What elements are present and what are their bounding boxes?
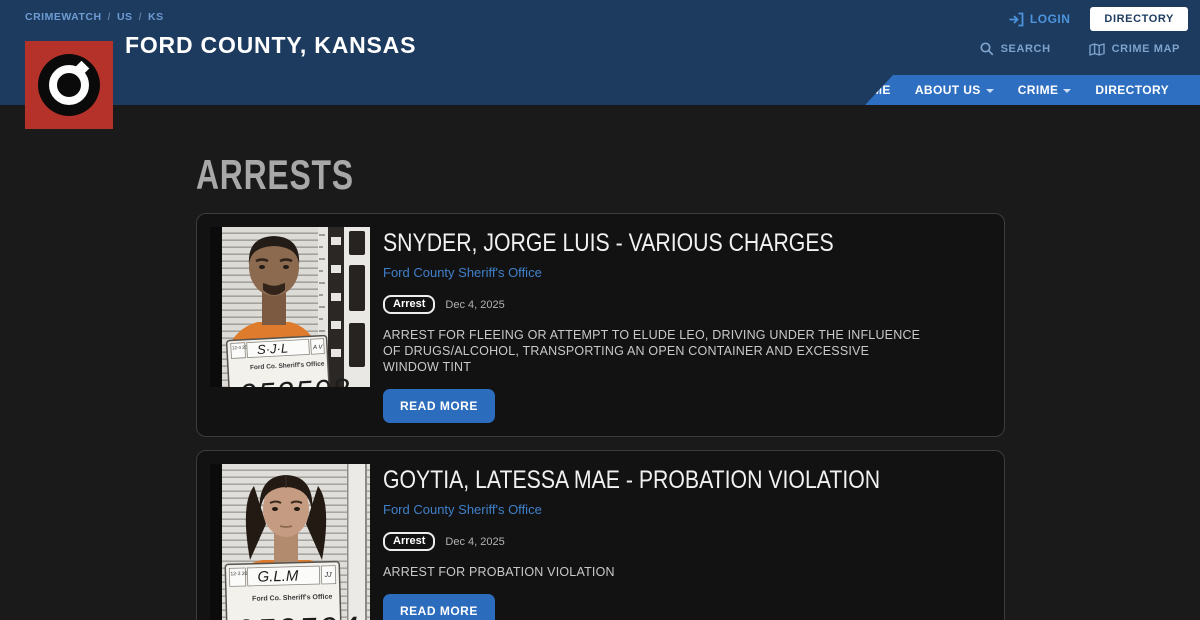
header-utility-row-2: SEARCH CRIME MAP	[980, 42, 1180, 56]
breadcrumb-separator: /	[107, 11, 111, 23]
login-icon	[1009, 12, 1024, 26]
nav-item-directory[interactable]: DIRECTORY	[1095, 83, 1169, 97]
nav-item-about-us[interactable]: ABOUT US	[915, 83, 994, 97]
arrest-title[interactable]: SNYDER, JORGE LUIS - VARIOUS CHARGES	[383, 229, 900, 258]
nav-item-home[interactable]: HOME	[853, 83, 891, 97]
arrest-card-body: SNYDER, JORGE LUIS - VARIOUS CHARGES For…	[383, 227, 991, 423]
agency-link[interactable]: Ford County Sheriff's Office	[383, 265, 542, 280]
read-more-button[interactable]: READ MORE	[383, 594, 495, 620]
breadcrumb: CRIMEWATCH / US / KS	[25, 11, 164, 23]
chevron-down-icon	[1063, 88, 1072, 93]
arrest-date: Dec 4, 2025	[445, 298, 505, 311]
map-icon	[1088, 42, 1105, 56]
search-icon	[980, 42, 993, 56]
agency-link[interactable]: Ford County Sheriff's Office	[383, 502, 542, 517]
mugshot-photo-goytia[interactable]: 12-3 2025 G.L.M JJ Ford Co. Sheriff's Of…	[210, 464, 370, 620]
breadcrumb-us[interactable]: US	[117, 11, 133, 23]
svg-text:JJ: JJ	[323, 572, 332, 579]
arrest-card-body: GOYTIA, LATESSA MAE - PROBATION VIOLATIO…	[383, 464, 991, 620]
arrests-heading: ARRESTS	[196, 151, 354, 198]
nav-item-crime[interactable]: CRIME	[1018, 83, 1072, 97]
breadcrumb-crimewatch[interactable]: CRIMEWATCH	[25, 11, 102, 23]
logo-lens-icon	[38, 54, 100, 116]
svg-text:G.L.M: G.L.M	[257, 568, 299, 586]
crimewatch-logo[interactable]	[25, 41, 113, 129]
search-label: SEARCH	[1000, 43, 1051, 55]
header-utility-row: LOGIN DIRECTORY	[1008, 7, 1188, 31]
arrest-card: 12-3 2025 G.L.M JJ Ford Co. Sheriff's Of…	[196, 450, 1005, 620]
arrest-card: 12-4 2025 S·J·L A V Ford Co. Sheriff's O…	[196, 213, 1005, 437]
breadcrumb-separator: /	[138, 11, 142, 23]
svg-text:S·J·L: S·J·L	[257, 340, 289, 357]
meta-row: Arrest Dec 4, 2025	[383, 295, 991, 314]
arrest-description: ARREST FOR PROBATION VIOLATION	[383, 565, 615, 579]
arrest-date: Dec 4, 2025	[445, 535, 505, 548]
meta-row: Arrest Dec 4, 2025	[383, 532, 991, 551]
chevron-down-icon	[985, 88, 994, 93]
nav-label: DIRECTORY	[1095, 83, 1169, 97]
nav-label: HOME	[853, 83, 891, 97]
crime-map-link[interactable]: CRIME MAP	[1088, 42, 1180, 56]
arrest-description: ARREST FOR FLEEING OR ATTEMPT TO ELUDE L…	[383, 328, 921, 374]
search-link[interactable]: SEARCH	[980, 42, 1051, 56]
svg-text:A V: A V	[312, 345, 324, 352]
nav-label: ABOUT US	[914, 83, 981, 97]
arrest-badge: Arrest	[383, 532, 436, 551]
main-content: ARRESTS 12-4 2025 S·J·L A V Ford Co. She…	[0, 151, 1200, 620]
read-more-button[interactable]: READ MORE	[383, 389, 495, 423]
nav-label: CRIME	[1017, 83, 1059, 97]
directory-button[interactable]: DIRECTORY	[1090, 7, 1188, 31]
arrest-title[interactable]: GOYTIA, LATESSA MAE - PROBATION VIOLATIO…	[383, 466, 900, 495]
page-title: FORD COUNTY, KANSAS	[125, 32, 417, 58]
mugshot-photo-snyder[interactable]: 12-4 2025 S·J·L A V Ford Co. Sheriff's O…	[210, 227, 370, 387]
arrest-badge: Arrest	[383, 295, 436, 314]
crime-map-label: CRIME MAP	[1111, 43, 1180, 55]
login-button[interactable]: LOGIN	[1008, 12, 1071, 27]
breadcrumb-ks[interactable]: KS	[148, 11, 164, 23]
main-navigation: HOME ABOUT US CRIME DIRECTORY	[865, 75, 1200, 105]
login-label: LOGIN	[1029, 12, 1071, 26]
site-header: CRIMEWATCH / US / KS FORD COUNTY, KANSAS…	[0, 0, 1200, 129]
